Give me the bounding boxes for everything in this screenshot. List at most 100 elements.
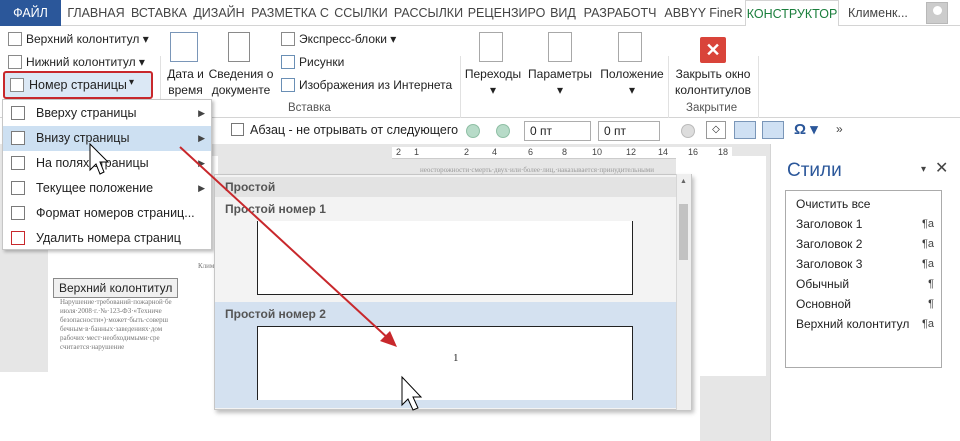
pane-options-icon[interactable]: ▾ — [921, 164, 926, 175]
insert-group-label: Вставка — [288, 102, 331, 114]
style-item[interactable]: Очистить все — [796, 194, 938, 214]
remove-icon — [11, 231, 25, 245]
user-account[interactable]: Клименк... — [840, 0, 922, 26]
style-name: Заголовок 2 — [796, 237, 863, 251]
chevron-down-icon: ▾ — [129, 77, 135, 88]
symbol-icon[interactable]: Ω ▾ — [794, 120, 818, 138]
menu-item-current-position[interactable]: Текущее положение ▶ — [3, 176, 211, 201]
pictures-label: Рисунки — [299, 55, 345, 69]
gallery-item-label: Простой номер 1 — [225, 202, 326, 216]
style-item[interactable]: Верхний колонтитул ¶a — [796, 314, 938, 334]
tab-abbyy[interactable]: ABBYY FineR — [661, 0, 746, 26]
doc-info-button[interactable]: Сведения о документе — [208, 66, 274, 98]
menu-item-remove-page-numbers[interactable]: Удалить номера страниц — [3, 226, 211, 251]
header-icon — [8, 32, 22, 46]
style-item[interactable]: Основной ¶ — [796, 294, 938, 314]
tab-home[interactable]: ГЛАВНАЯ — [63, 0, 129, 26]
express-blocks-button[interactable]: Экспресс-блоки ▾ — [281, 32, 396, 46]
style-name: Очистить все — [796, 197, 871, 211]
tab-mailings[interactable]: РАССЫЛКИ — [391, 0, 466, 26]
options-icon — [548, 32, 572, 62]
ruler-label: 14 — [658, 147, 669, 157]
navigation-button[interactable]: Переходы ▾ — [464, 66, 522, 98]
menu-item-top-of-page[interactable]: Вверху страницы ▶ — [3, 101, 211, 126]
gallery-item-simple-1[interactable]: Простой номер 1 — [215, 197, 677, 301]
close-pane-icon[interactable]: ✕ — [935, 158, 948, 178]
footer-icon — [8, 55, 22, 69]
close-header-footer-button[interactable]: Закрыть окно колонтитулов — [672, 66, 754, 98]
online-picture-icon — [281, 78, 295, 92]
keep-with-next-label: Абзац - не отрывать от следующего — [250, 123, 459, 137]
menu-item-label: Текущее положение — [36, 181, 154, 195]
scrollbar-thumb[interactable] — [679, 204, 688, 260]
pictures-button[interactable]: Рисунки — [281, 55, 344, 69]
chevron-right-icon: ▶ — [198, 158, 205, 168]
style-item[interactable]: Заголовок 3 ¶a — [796, 254, 938, 274]
date-time-button[interactable]: Дата и время — [163, 66, 208, 98]
style-mark: ¶a — [921, 238, 934, 250]
document-info-icon — [228, 32, 250, 62]
close-icon[interactable]: ✕ — [700, 37, 726, 63]
menu-item-format-page-numbers[interactable]: Формат номеров страниц... — [3, 201, 211, 226]
spacing-after-input[interactable]: 0 пт — [598, 121, 660, 141]
page-number-button[interactable]: Номер страницы ▾ — [3, 71, 153, 99]
style-item[interactable]: Обычный ¶ — [796, 274, 938, 294]
doc-title-fragment: Клим — [198, 262, 215, 270]
menu-item-bottom-of-page[interactable]: Внизу страницы ▶ — [3, 126, 211, 151]
page-number-gallery: Простой Простой номер 1 Простой номер 2 … — [214, 174, 692, 410]
layout-icon[interactable] — [734, 121, 756, 139]
express-blocks-label: Экспресс-блоки — [299, 32, 387, 46]
tab-references[interactable]: ССЫЛКИ — [332, 0, 390, 26]
spacing-before-value: 0 пт — [530, 124, 553, 138]
tab-constructor[interactable]: КОНСТРУКТОР — [745, 0, 839, 27]
options-button[interactable]: Параметры ▾ — [526, 66, 594, 98]
more-icon[interactable]: » — [836, 122, 843, 136]
ruler-label: 6 — [528, 147, 534, 157]
page-top-icon — [11, 106, 25, 120]
position-icon[interactable]: ◇ — [706, 121, 726, 139]
style-mark: ¶a — [921, 218, 934, 230]
tab-insert[interactable]: ВСТАВКА — [129, 0, 189, 26]
doc-line: рабочих·мест·необходимыми·сре — [60, 334, 160, 342]
gallery-scrollbar[interactable]: ▲ — [676, 174, 691, 410]
page-margins-icon — [11, 156, 25, 170]
gallery-item-simple-2[interactable]: Простой номер 2 1 — [215, 302, 677, 408]
tab-file[interactable]: ФАЙЛ — [0, 0, 61, 26]
style-item[interactable]: Заголовок 1 ¶a — [796, 214, 938, 234]
styles-pane-title: Стили — [787, 160, 842, 181]
spacing-after-icon — [496, 124, 510, 138]
gallery-item-label: Простой номер 2 — [225, 307, 326, 321]
options-label: Параметры — [528, 67, 592, 81]
doc-line: безопасности»)·может·быть·соверш — [60, 316, 169, 324]
doc-line: июля·2008·г.·№·123-ФЗ·«Техниче — [60, 307, 162, 315]
tab-developer[interactable]: РАЗРАБОТЧ — [580, 0, 660, 26]
tab-layout[interactable]: РАЗМЕТКА С — [249, 0, 331, 26]
online-pictures-button[interactable]: Изображения из Интернета — [281, 78, 452, 92]
style-mark: ¶a — [921, 318, 934, 330]
close-group-label: Закрытие — [686, 102, 738, 114]
keep-with-next-checkbox[interactable] — [231, 123, 244, 136]
chevron-right-icon: ▶ — [198, 108, 205, 118]
align-icon[interactable] — [681, 124, 695, 138]
page-number-icon — [10, 78, 24, 92]
footer-button[interactable]: Нижний колонтитул ▾ — [8, 55, 145, 69]
calendar-icon — [170, 32, 198, 62]
menu-item-page-margins[interactable]: На полях страницы ▶ — [3, 151, 211, 176]
style-item[interactable]: Заголовок 2 ¶a — [796, 234, 938, 254]
ribbon-tab-bar: ФАЙЛ ГЛАВНАЯ ВСТАВКА ДИЗАЙН РАЗМЕТКА С С… — [0, 0, 960, 27]
tab-view[interactable]: ВИД — [547, 0, 579, 26]
menu-item-label: Формат номеров страниц... — [36, 206, 195, 220]
spacing-after-value: 0 пт — [604, 124, 627, 138]
header-button-label: Верхний колонтитул — [26, 32, 140, 46]
header-tag: Верхний колонтитул — [53, 278, 179, 298]
position-button[interactable]: Положение ▾ — [598, 66, 666, 98]
menu-item-label: На полях страницы — [36, 156, 149, 170]
tab-review[interactable]: РЕЦЕНЗИРО — [467, 0, 546, 26]
user-avatar[interactable] — [926, 2, 948, 24]
ruler-label: 4 — [492, 147, 498, 157]
layout-icon-2[interactable] — [762, 121, 784, 139]
spacing-before-input[interactable]: 0 пт — [524, 121, 591, 141]
header-button[interactable]: Верхний колонтитул ▾ — [8, 32, 149, 46]
tab-design[interactable]: ДИЗАЙН — [190, 0, 248, 26]
scroll-up-icon[interactable]: ▲ — [680, 178, 687, 185]
